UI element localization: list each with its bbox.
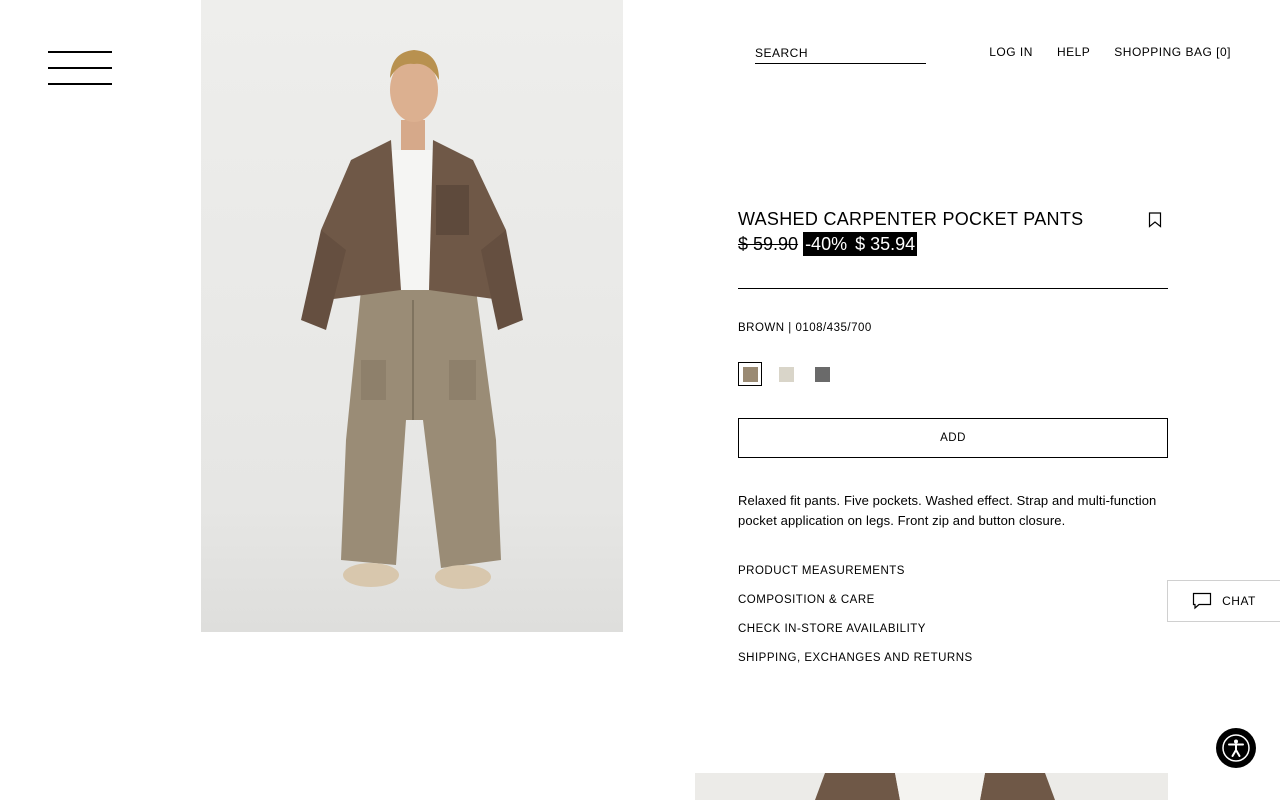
accessibility-icon[interactable] [1216,728,1256,768]
menu-line [48,51,112,53]
sale-price: $ 35.94 [855,234,916,254]
hamburger-menu-icon[interactable] [48,51,112,85]
model-photo [201,0,623,632]
chat-button[interactable]: CHAT [1167,580,1280,622]
accessibility-figure [1222,734,1250,762]
shopping-bag-link[interactable]: SHOPPING BAG [0] [1114,45,1231,59]
second-product-image[interactable] [695,773,1168,800]
swatch-grey[interactable] [810,362,834,386]
chat-label: CHAT [1222,594,1256,608]
chat-bubble-icon [1193,592,1212,610]
color-reference: BROWN | 0108/435/700 [738,322,872,334]
menu-line [48,83,112,85]
swatch-color [742,366,758,382]
discount-percent: -40% [805,234,848,254]
swatch-color [814,366,830,382]
product-links: PRODUCT MEASUREMENTS COMPOSITION & CARE … [738,565,1168,681]
add-to-bag-button[interactable]: ADD [738,418,1168,458]
bookmark-icon[interactable] [1148,212,1162,228]
swatch-ecru[interactable] [774,362,798,386]
divider [738,288,1168,289]
product-title: WASHED CARPENTER POCKET PANTS [738,209,1084,229]
help-link[interactable]: HELP [1057,45,1090,59]
login-link[interactable]: LOG IN [989,45,1033,59]
search-input[interactable] [755,46,926,60]
product-description: Relaxed fit pants. Five pockets. Washed … [738,493,1157,528]
header-nav: LOG IN HELP SHOPPING BAG [0] [989,45,1231,59]
product-image[interactable] [201,0,623,632]
price-row: $ 59.90 -40% $ 35.94 [738,232,1168,256]
store-availability-link[interactable]: CHECK IN-STORE AVAILABILITY [738,623,1168,652]
old-price: $ 59.90 [738,234,799,254]
swatch-brown[interactable] [738,362,762,386]
menu-line [48,67,112,69]
sale-badge: -40% $ 35.94 [803,232,918,256]
swatch-color [778,366,794,382]
shipping-returns-link[interactable]: SHIPPING, EXCHANGES AND RETURNS [738,652,1168,681]
second-photo [695,773,1168,800]
product-measurements-link[interactable]: PRODUCT MEASUREMENTS [738,565,1168,594]
title-row: WASHED CARPENTER POCKET PANTS [738,208,1168,230]
composition-care-link[interactable]: COMPOSITION & CARE [738,594,1168,623]
product-info: WASHED CARPENTER POCKET PANTS $ 59.90 -4… [738,208,1168,681]
search-field[interactable] [755,44,926,64]
color-swatches [738,362,1168,386]
